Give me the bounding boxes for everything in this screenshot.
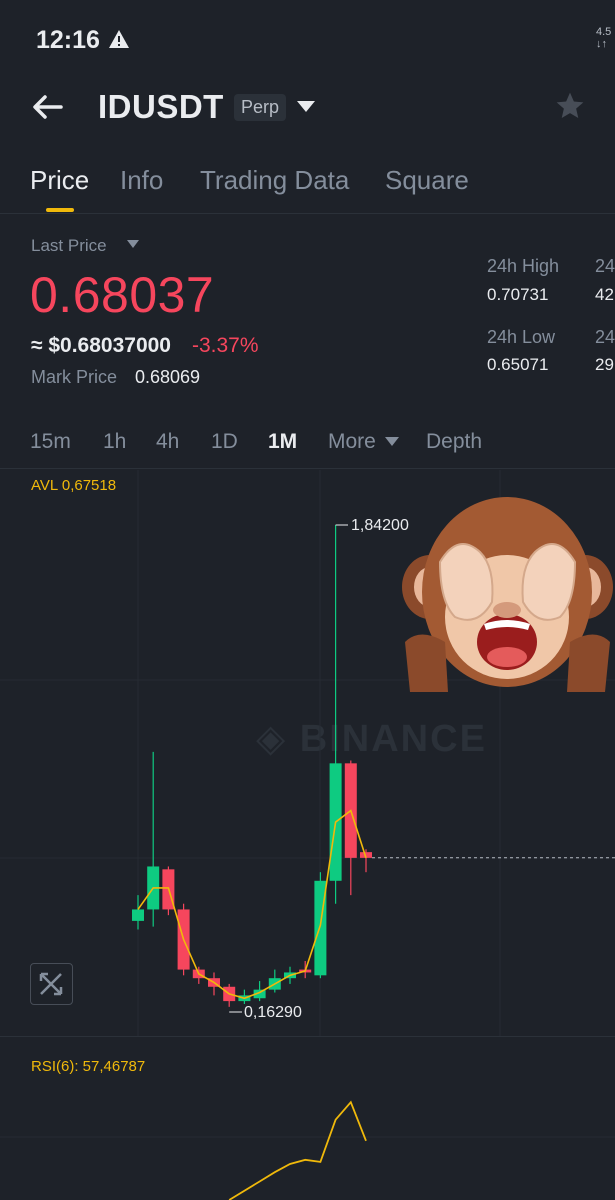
interval-1m[interactable]: 1M — [268, 430, 297, 454]
usd-price: ≈ $0.68037000 — [31, 334, 171, 357]
chevron-down-icon[interactable] — [296, 100, 316, 114]
24h-low-value: 0.65071 — [487, 355, 549, 374]
tab-price[interactable]: Price — [30, 165, 89, 196]
caret-down-icon[interactable] — [127, 240, 139, 249]
mark-price-value: 0.68069 — [135, 367, 201, 387]
24h-volume-value: 42 — [595, 285, 614, 304]
favorite-star-icon[interactable] — [554, 90, 586, 122]
24h-turnover-label: 24 — [595, 327, 615, 347]
interval-1d[interactable]: 1D — [211, 430, 238, 454]
24h-high-value: 0.70731 — [487, 285, 549, 304]
more-caret-icon[interactable] — [385, 437, 399, 447]
status-time: 12:16 — [36, 26, 100, 54]
interval-4h[interactable]: 4h — [156, 430, 179, 454]
last-price: 0.68037 — [30, 267, 215, 323]
tab-square[interactable]: Square — [385, 165, 469, 196]
24h-turnover-value: 29 — [595, 355, 614, 374]
warning-icon — [108, 29, 130, 49]
interval-depth[interactable]: Depth — [426, 430, 482, 454]
price-change-percent: -3.37% — [192, 334, 259, 357]
candle-body — [132, 909, 144, 921]
tab-trading-data[interactable]: Trading Data — [200, 165, 349, 196]
network-speed: 4.5 — [596, 26, 612, 38]
symbol-title[interactable]: IDUSDT — [98, 88, 224, 126]
expand-icon — [39, 972, 63, 996]
24h-high-label: 24h High — [487, 256, 560, 276]
interval-bar: 15m 1h 4h 1D 1M More Depth — [0, 425, 615, 469]
fullscreen-button[interactable] — [30, 963, 73, 1005]
back-arrow-icon[interactable] — [30, 90, 64, 124]
24h-low-label: 24h Low — [487, 327, 556, 347]
interval-15m[interactable]: 15m — [30, 430, 71, 454]
tab-info[interactable]: Info — [120, 165, 163, 196]
see-no-evil-monkey-icon — [402, 497, 613, 692]
interval-1h[interactable]: 1h — [103, 430, 126, 454]
rsi-line — [228, 1100, 367, 1200]
perp-badge: Perp — [234, 94, 287, 121]
network-indicator: 4.5 ↓↑ — [596, 26, 611, 50]
low-marker-label: 0,16290 — [244, 1004, 302, 1021]
data-arrows: ↓↑ — [596, 38, 607, 50]
last-price-label[interactable]: Last Price — [31, 236, 107, 256]
tab-bar: Price Info Trading Data Square — [0, 160, 615, 214]
active-tab-indicator — [46, 208, 74, 212]
interval-more[interactable]: More — [328, 430, 376, 454]
mark-price-label: Mark Price — [31, 367, 118, 387]
24h-volume-label: 24 — [595, 256, 615, 276]
rsi-chart — [0, 1100, 615, 1200]
